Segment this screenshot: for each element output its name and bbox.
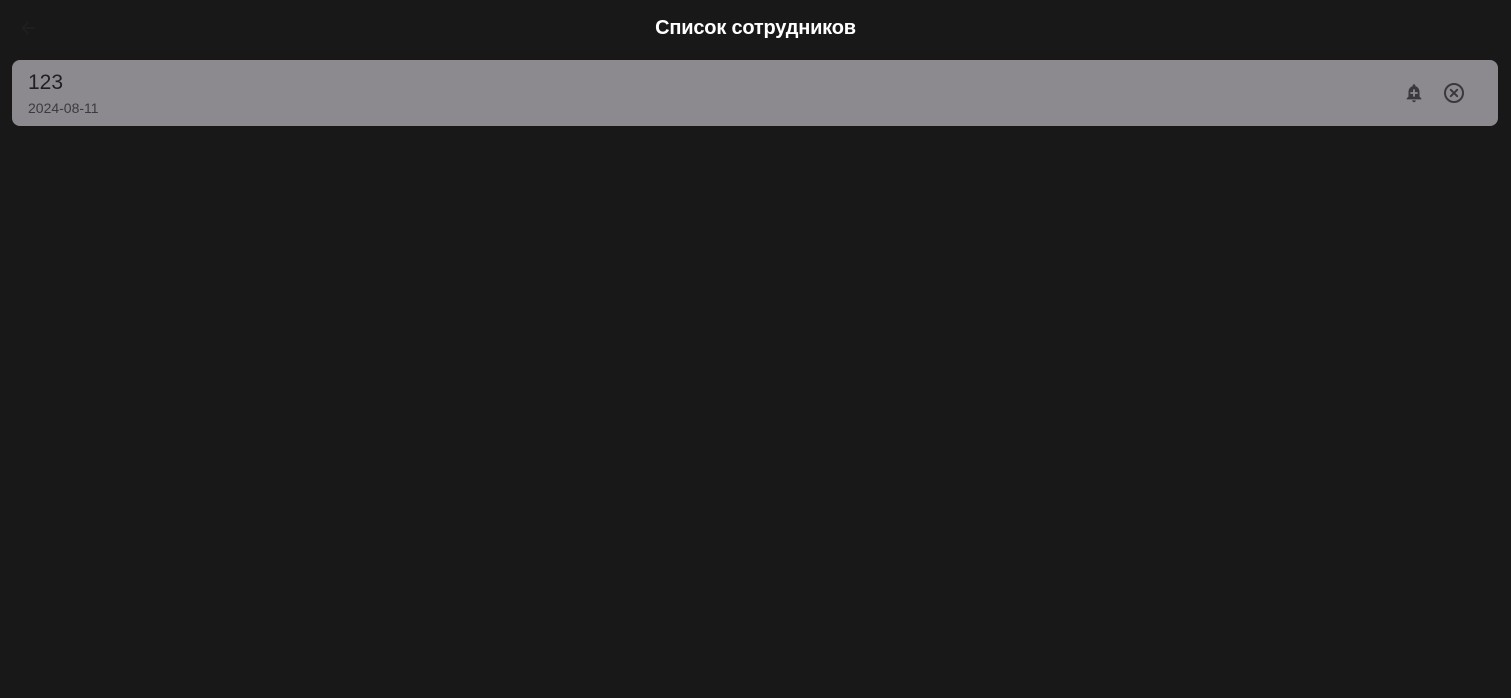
add-notification-button[interactable]	[1401, 80, 1427, 106]
page-title: Список сотрудников	[655, 17, 856, 39]
employee-name: 123	[28, 71, 64, 94]
remove-employee-button[interactable]	[1441, 80, 1467, 106]
app-screen: Список сотрудников 123 2024-08-11	[0, 0, 1511, 698]
employee-list: 123 2024-08-11	[12, 60, 1498, 126]
employee-list-item[interactable]: 123 2024-08-11	[12, 60, 1498, 126]
top-bar: Список сотрудников	[0, 0, 1511, 58]
bell-plus-icon	[1406, 84, 1422, 103]
employee-date: 2024-08-11	[28, 100, 99, 116]
close-circle-icon	[1444, 83, 1464, 103]
